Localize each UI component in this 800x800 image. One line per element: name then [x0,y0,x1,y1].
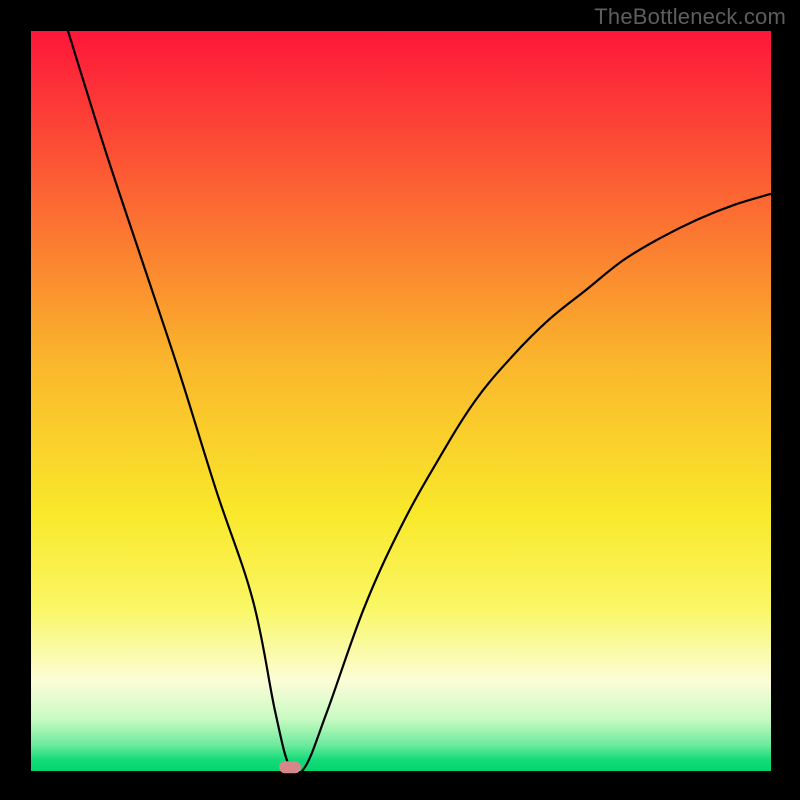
chart-frame: TheBottleneck.com [0,0,800,800]
optimum-marker [279,761,301,773]
watermark-text: TheBottleneck.com [594,4,786,30]
plot-background [31,31,771,771]
bottleneck-chart [0,0,800,800]
